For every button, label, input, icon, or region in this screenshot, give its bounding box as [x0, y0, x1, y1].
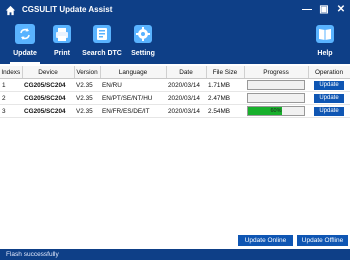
cell-language: EN/PT/SE/NT/HU [100, 91, 166, 105]
toolbar-label: Setting [131, 50, 155, 57]
column-header: File Size [206, 66, 245, 79]
gear-icon [134, 25, 152, 43]
cell-date: 2020/03/14 [166, 91, 206, 105]
status-bar: Flash successfully [0, 249, 350, 260]
progress-bar: 60% [247, 106, 305, 116]
refresh-icon [15, 24, 35, 44]
cell-device: CG205/SC204 [22, 91, 74, 105]
cell-progress [244, 91, 308, 105]
active-tab-indicator [10, 62, 40, 64]
status-message: Flash successfully [6, 251, 59, 258]
header: CGSULIT Update Assist — ▣ ✕ Update Print… [0, 0, 350, 64]
cell-progress: 60% [244, 104, 308, 118]
progress-text [248, 94, 304, 102]
update-online-button[interactable]: Update Online [238, 235, 293, 246]
update-button[interactable]: Update [314, 93, 344, 103]
cell-language: EN/FR/ES/DE/IT [100, 104, 166, 118]
close-button[interactable]: ✕ [334, 3, 348, 17]
column-header: Device [22, 66, 75, 79]
toolbar-help-button[interactable]: Help [303, 24, 347, 64]
update-button[interactable]: Update [314, 80, 344, 90]
cell-size: 2.54MB [206, 104, 244, 118]
column-header: Language [100, 66, 167, 79]
cell-operation: Update [308, 78, 350, 92]
cell-date: 2020/03/14 [166, 104, 206, 118]
toolbar-search-dtc-button[interactable]: Search DTC [80, 24, 124, 64]
update-button[interactable]: Update [314, 106, 344, 116]
table-row[interactable]: 2 CG205/SC204 V2.35 EN/PT/SE/NT/HU 2020/… [0, 91, 350, 105]
app-window: CGSULIT Update Assist — ▣ ✕ Update Print… [0, 0, 350, 260]
progress-bar [247, 80, 305, 90]
cell-language: EN/RU [100, 78, 166, 92]
help-book-icon [316, 25, 334, 43]
cell-version: V2.35 [74, 91, 100, 105]
minimize-button[interactable]: — [300, 3, 314, 17]
cell-size: 2.47MB [206, 91, 244, 105]
table-row[interactable]: 1 CG205/SC204 V2.35 EN/RU 2020/03/14 1.7… [0, 78, 350, 92]
cell-date: 2020/03/14 [166, 78, 206, 92]
progress-text [248, 81, 304, 89]
column-header: Operation [308, 66, 350, 79]
toolbar-label: Print [54, 50, 70, 57]
cell-index: 1 [0, 78, 22, 92]
progress-bar [247, 93, 305, 103]
title-bar: CGSULIT Update Assist — ▣ ✕ [0, 0, 350, 20]
toolbar-label: Search DTC [82, 50, 122, 57]
cell-index: 3 [0, 104, 22, 118]
cell-size: 1.71MB [206, 78, 244, 92]
search-dtc-icon [93, 25, 111, 43]
table-row[interactable]: 3 CG205/SC204 V2.35 EN/FR/ES/DE/IT 2020/… [0, 104, 350, 118]
cell-progress [244, 78, 308, 92]
app-title: CGSULIT Update Assist [22, 5, 113, 14]
maximize-button[interactable]: ▣ [317, 3, 331, 17]
cell-device: CG205/SC204 [22, 104, 74, 118]
cell-version: V2.35 [74, 104, 100, 118]
cell-index: 2 [0, 91, 22, 105]
update-table: Indexs Device Version Language Date File… [0, 66, 350, 118]
column-header: Progress [244, 66, 309, 79]
toolbar-print-button[interactable]: Print [40, 24, 84, 64]
toolbar-setting-button[interactable]: Setting [121, 24, 165, 64]
printer-icon [53, 25, 71, 43]
update-offline-button[interactable]: Update Offline [297, 235, 348, 246]
column-header: Indexs [0, 66, 23, 79]
cell-device: CG205/SC204 [22, 78, 74, 92]
toolbar-label: Help [317, 50, 333, 57]
cell-operation: Update [308, 91, 350, 105]
progress-text: 60% [270, 108, 282, 114]
column-header: Version [74, 66, 101, 79]
home-icon [5, 5, 16, 16]
cell-operation: Update [308, 104, 350, 118]
table-header-row: Indexs Device Version Language Date File… [0, 66, 350, 79]
column-header: Date [166, 66, 207, 79]
cell-version: V2.35 [74, 78, 100, 92]
